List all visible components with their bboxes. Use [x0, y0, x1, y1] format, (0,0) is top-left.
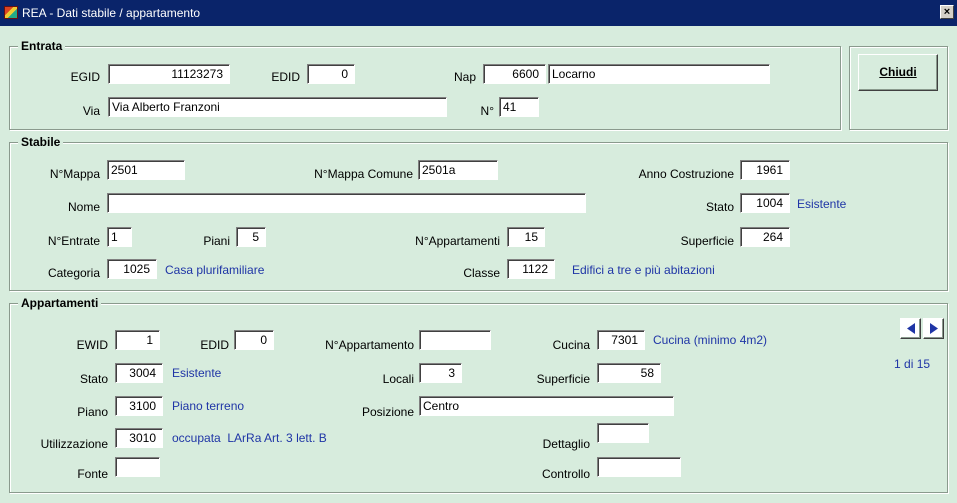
prev-button[interactable]: [900, 318, 921, 339]
close-icon[interactable]: ×: [940, 5, 954, 19]
window-title: REA - Dati stabile / appartamento: [22, 6, 201, 20]
pager-current: 1: [894, 357, 901, 371]
locali-label: Locali: [382, 372, 414, 386]
superficie-field[interactable]: 264: [740, 227, 790, 247]
dettaglio-field[interactable]: [597, 423, 649, 443]
localita-field[interactable]: Locarno: [548, 64, 770, 84]
title-bar: REA - Dati stabile / appartamento ×: [0, 0, 957, 26]
next-button[interactable]: [923, 318, 944, 339]
cucina-code-field[interactable]: 7301: [597, 330, 645, 350]
dettaglio-label: Dettaglio: [542, 437, 590, 451]
stabile-group-title: Stabile: [18, 135, 64, 149]
utilizzazione-description: occupata LArRa Art. 3 lett. B: [172, 431, 327, 445]
locali-field[interactable]: 3: [419, 363, 462, 383]
egid-label: EGID: [70, 70, 100, 84]
edid-apt-field[interactable]: 0: [234, 330, 274, 350]
cucina-description: Cucina (minimo 4m2): [653, 333, 768, 347]
nappartamenti-field[interactable]: 15: [507, 227, 545, 247]
piano-label: Piano: [77, 405, 108, 419]
fonte-label: Fonte: [77, 467, 108, 481]
superficie-label: Superficie: [680, 234, 734, 248]
via-label: Via: [82, 104, 100, 118]
triangle-left-icon: [907, 323, 915, 334]
nome-label: Nome: [67, 200, 100, 214]
categoria-description: Casa plurifamiliare: [165, 263, 265, 277]
categoria-label: Categoria: [47, 266, 100, 280]
entrata-group-title: Entrata: [18, 39, 66, 53]
nentrate-field[interactable]: 1: [107, 227, 132, 247]
pager-status: 1 di 15: [894, 357, 930, 371]
stato-label: Stato: [705, 200, 734, 214]
nome-field[interactable]: [107, 193, 586, 213]
piano-code-field[interactable]: 3100: [115, 396, 163, 416]
nap-label: Nap: [453, 70, 476, 84]
triangle-right-icon: [930, 323, 938, 334]
app-icon: [4, 6, 18, 19]
nmappa-comune-field[interactable]: 2501a: [418, 160, 498, 180]
cucina-label: Cucina: [552, 338, 590, 352]
superficie-apt-label: Superficie: [536, 372, 590, 386]
superficie-apt-field[interactable]: 58: [597, 363, 661, 383]
nmappa-comune-label: N°Mappa Comune: [314, 167, 413, 181]
stato-apt-description: Esistente: [172, 366, 222, 380]
edid-field[interactable]: 0: [307, 64, 355, 84]
classe-description: Edifici a tre e più abitazioni: [572, 263, 715, 277]
controllo-label: Controllo: [541, 467, 590, 481]
nentrate-label: N°Entrate: [47, 234, 100, 248]
numero-field[interactable]: 41: [499, 97, 539, 117]
pager-separator: di: [904, 357, 914, 371]
piani-label: Piani: [203, 234, 230, 248]
nappartamento-label: N°Appartamento: [325, 338, 414, 352]
stato-code-field[interactable]: 1004: [740, 193, 790, 213]
posizione-label: Posizione: [361, 405, 414, 419]
egid-field[interactable]: 11123273: [108, 64, 230, 84]
pager-total: 15: [916, 357, 931, 371]
nmappa-field[interactable]: 2501: [107, 160, 185, 180]
ewid-field[interactable]: 1: [115, 330, 160, 350]
stato-apt-code-field[interactable]: 3004: [115, 363, 163, 383]
stato-apt-label: Stato: [79, 372, 108, 386]
appartamenti-group-title: Appartamenti: [18, 296, 102, 310]
nappartamento-field[interactable]: [419, 330, 491, 350]
classe-code-field[interactable]: 1122: [507, 259, 555, 279]
entrata-group: Entrata: [9, 39, 841, 130]
ewid-label: EWID: [76, 338, 108, 352]
utilizzazione-code-field[interactable]: 3010: [115, 428, 163, 448]
fonte-field[interactable]: [115, 457, 160, 477]
via-field[interactable]: Via Alberto Franzoni: [108, 97, 447, 117]
nappartamenti-label: N°Appartamenti: [415, 234, 500, 248]
nap-field[interactable]: 6600: [483, 64, 546, 84]
posizione-field[interactable]: Centro: [419, 396, 674, 416]
anno-costruzione-field[interactable]: 1961: [740, 160, 790, 180]
controllo-field[interactable]: [597, 457, 681, 477]
stato-description: Esistente: [797, 197, 847, 211]
piano-description: Piano terreno: [172, 399, 245, 413]
edid-label: EDID: [271, 70, 300, 84]
chiudi-button-label: Chiudi: [879, 65, 917, 79]
nmappa-label: N°Mappa: [49, 167, 100, 181]
anno-costruzione-label: Anno Costruzione: [638, 167, 734, 181]
chiudi-button[interactable]: Chiudi: [858, 54, 938, 91]
utilizzazione-label: Utilizzazione: [40, 437, 108, 451]
categoria-code-field[interactable]: 1025: [107, 259, 157, 279]
classe-label: Classe: [463, 266, 500, 280]
piani-field[interactable]: 5: [236, 227, 266, 247]
numero-label: N°: [480, 104, 494, 118]
edid-apt-label: EDID: [200, 338, 229, 352]
